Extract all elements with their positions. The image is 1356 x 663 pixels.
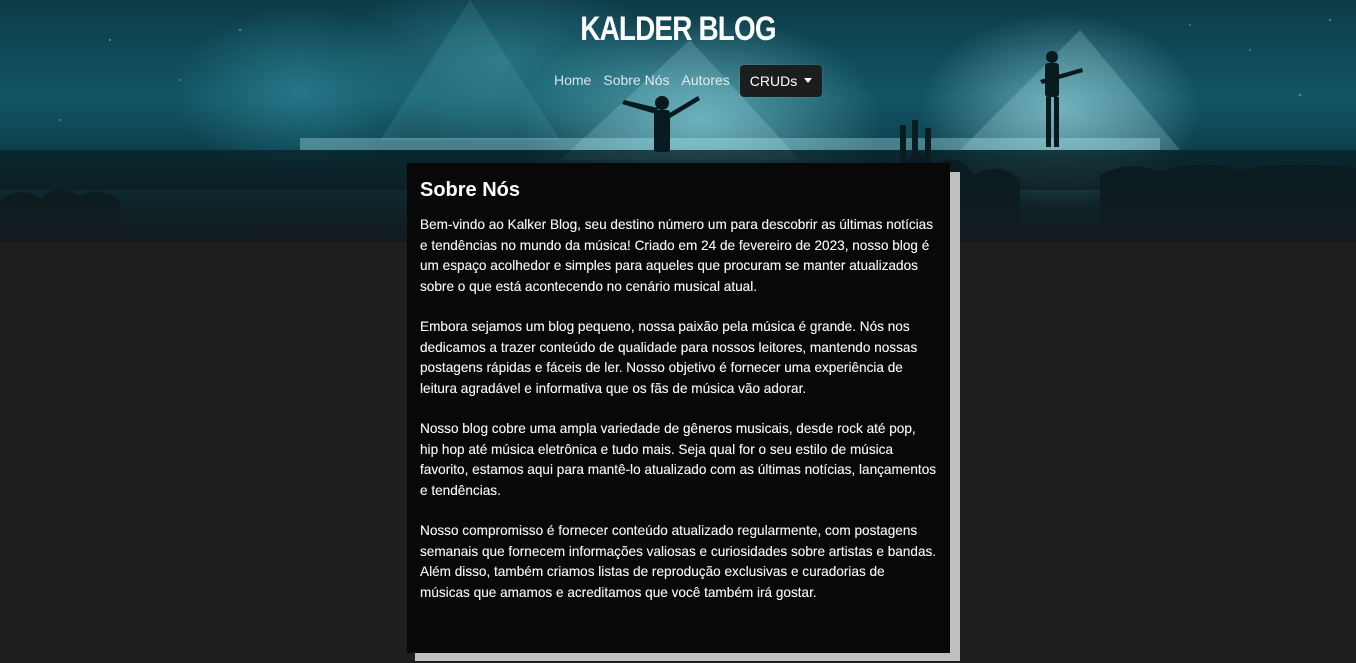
site-title[interactable]: KALDER BLOG: [122, 10, 1234, 49]
nav-link-sobre-nos[interactable]: Sobre Nós: [597, 64, 675, 97]
about-paragraph: Nosso blog cobre uma ampla variedade de …: [420, 421, 937, 498]
cruds-dropdown-button[interactable]: CRUDs: [739, 64, 823, 97]
about-paragraph: Bem-vindo ao Kalker Blog, seu destino nú…: [420, 217, 934, 294]
main-nav: Home Sobre Nós Autores CRUDs: [548, 64, 823, 97]
caret-down-icon: [804, 78, 813, 83]
nav-link-autores[interactable]: Autores: [676, 64, 736, 97]
about-paragraph: Embora sejamos um blog pequeno, nossa pa…: [420, 319, 918, 396]
about-card: Sobre Nós Bem-vindo ao Kalker Blog, seu …: [407, 163, 950, 653]
cruds-dropdown-label: CRUDs: [749, 72, 798, 89]
nav-link-home[interactable]: Home: [548, 64, 597, 97]
about-paragraph: Nosso compromisso é fornecer conteúdo at…: [420, 523, 937, 600]
about-title: Sobre Nós: [420, 179, 521, 201]
page: KALDER BLOG Home Sobre Nós Autores CRUDs…: [0, 0, 1356, 663]
